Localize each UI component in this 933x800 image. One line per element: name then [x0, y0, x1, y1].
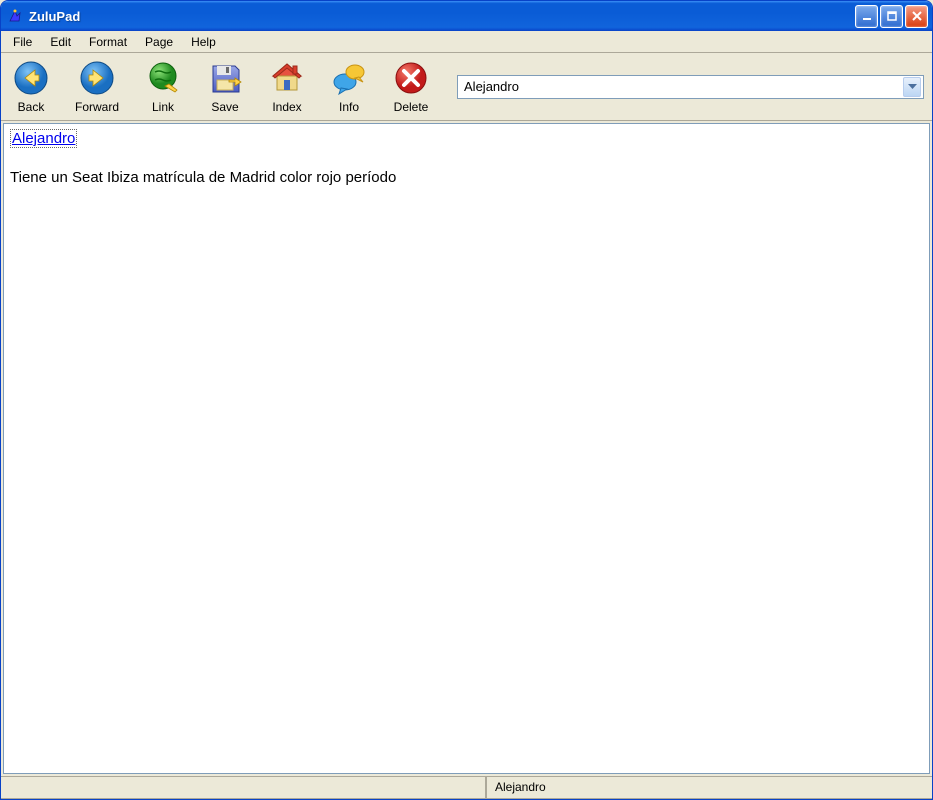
menu-file[interactable]: File	[5, 33, 40, 51]
link-button[interactable]: Link	[141, 58, 185, 116]
content-frame: Alejandro Tiene un Seat Ibiza matrícula …	[1, 121, 932, 776]
page-selector-value: Alejandro	[464, 79, 903, 94]
index-label: Index	[272, 100, 301, 114]
status-left	[1, 777, 486, 799]
titlebar: ZuluPad	[1, 1, 932, 31]
page-selector-dropdown[interactable]: Alejandro	[457, 75, 924, 99]
close-button[interactable]	[905, 5, 928, 28]
window-title: ZuluPad	[29, 9, 855, 24]
info-bubbles-icon	[331, 60, 367, 96]
index-home-icon	[269, 60, 305, 96]
app-icon	[7, 8, 23, 24]
delete-label: Delete	[394, 100, 429, 114]
link-label: Link	[152, 100, 174, 114]
delete-button[interactable]: Delete	[389, 58, 433, 116]
app-window: ZuluPad File Edit Format Page Help	[0, 0, 933, 800]
save-label: Save	[211, 100, 238, 114]
window-controls	[855, 5, 928, 28]
link-globe-icon	[145, 60, 181, 96]
back-button[interactable]: Back	[9, 58, 53, 116]
menu-help[interactable]: Help	[183, 33, 224, 51]
minimize-button[interactable]	[855, 5, 878, 28]
back-arrow-icon	[13, 60, 49, 96]
info-button[interactable]: Info	[327, 58, 371, 116]
forward-label: Forward	[75, 100, 119, 114]
chevron-down-icon	[903, 77, 921, 97]
editor-area[interactable]: Alejandro Tiene un Seat Ibiza matrícula …	[3, 123, 930, 774]
menu-page[interactable]: Page	[137, 33, 181, 51]
status-right: Alejandro	[486, 777, 932, 799]
statusbar: Alejandro	[1, 776, 932, 799]
forward-button[interactable]: Forward	[71, 58, 123, 116]
save-floppy-icon	[207, 60, 243, 96]
info-label: Info	[339, 100, 359, 114]
maximize-button[interactable]	[880, 5, 903, 28]
menu-format[interactable]: Format	[81, 33, 135, 51]
save-button[interactable]: Save	[203, 58, 247, 116]
delete-x-icon	[393, 60, 429, 96]
body-text[interactable]: Tiene un Seat Ibiza matrícula de Madrid …	[10, 169, 923, 186]
page-link[interactable]: Alejandro	[10, 129, 77, 148]
menubar: File Edit Format Page Help	[1, 31, 932, 53]
index-button[interactable]: Index	[265, 58, 309, 116]
menu-edit[interactable]: Edit	[42, 33, 79, 51]
forward-arrow-icon	[79, 60, 115, 96]
toolbar: Back Forward L	[1, 53, 932, 121]
back-label: Back	[18, 100, 45, 114]
